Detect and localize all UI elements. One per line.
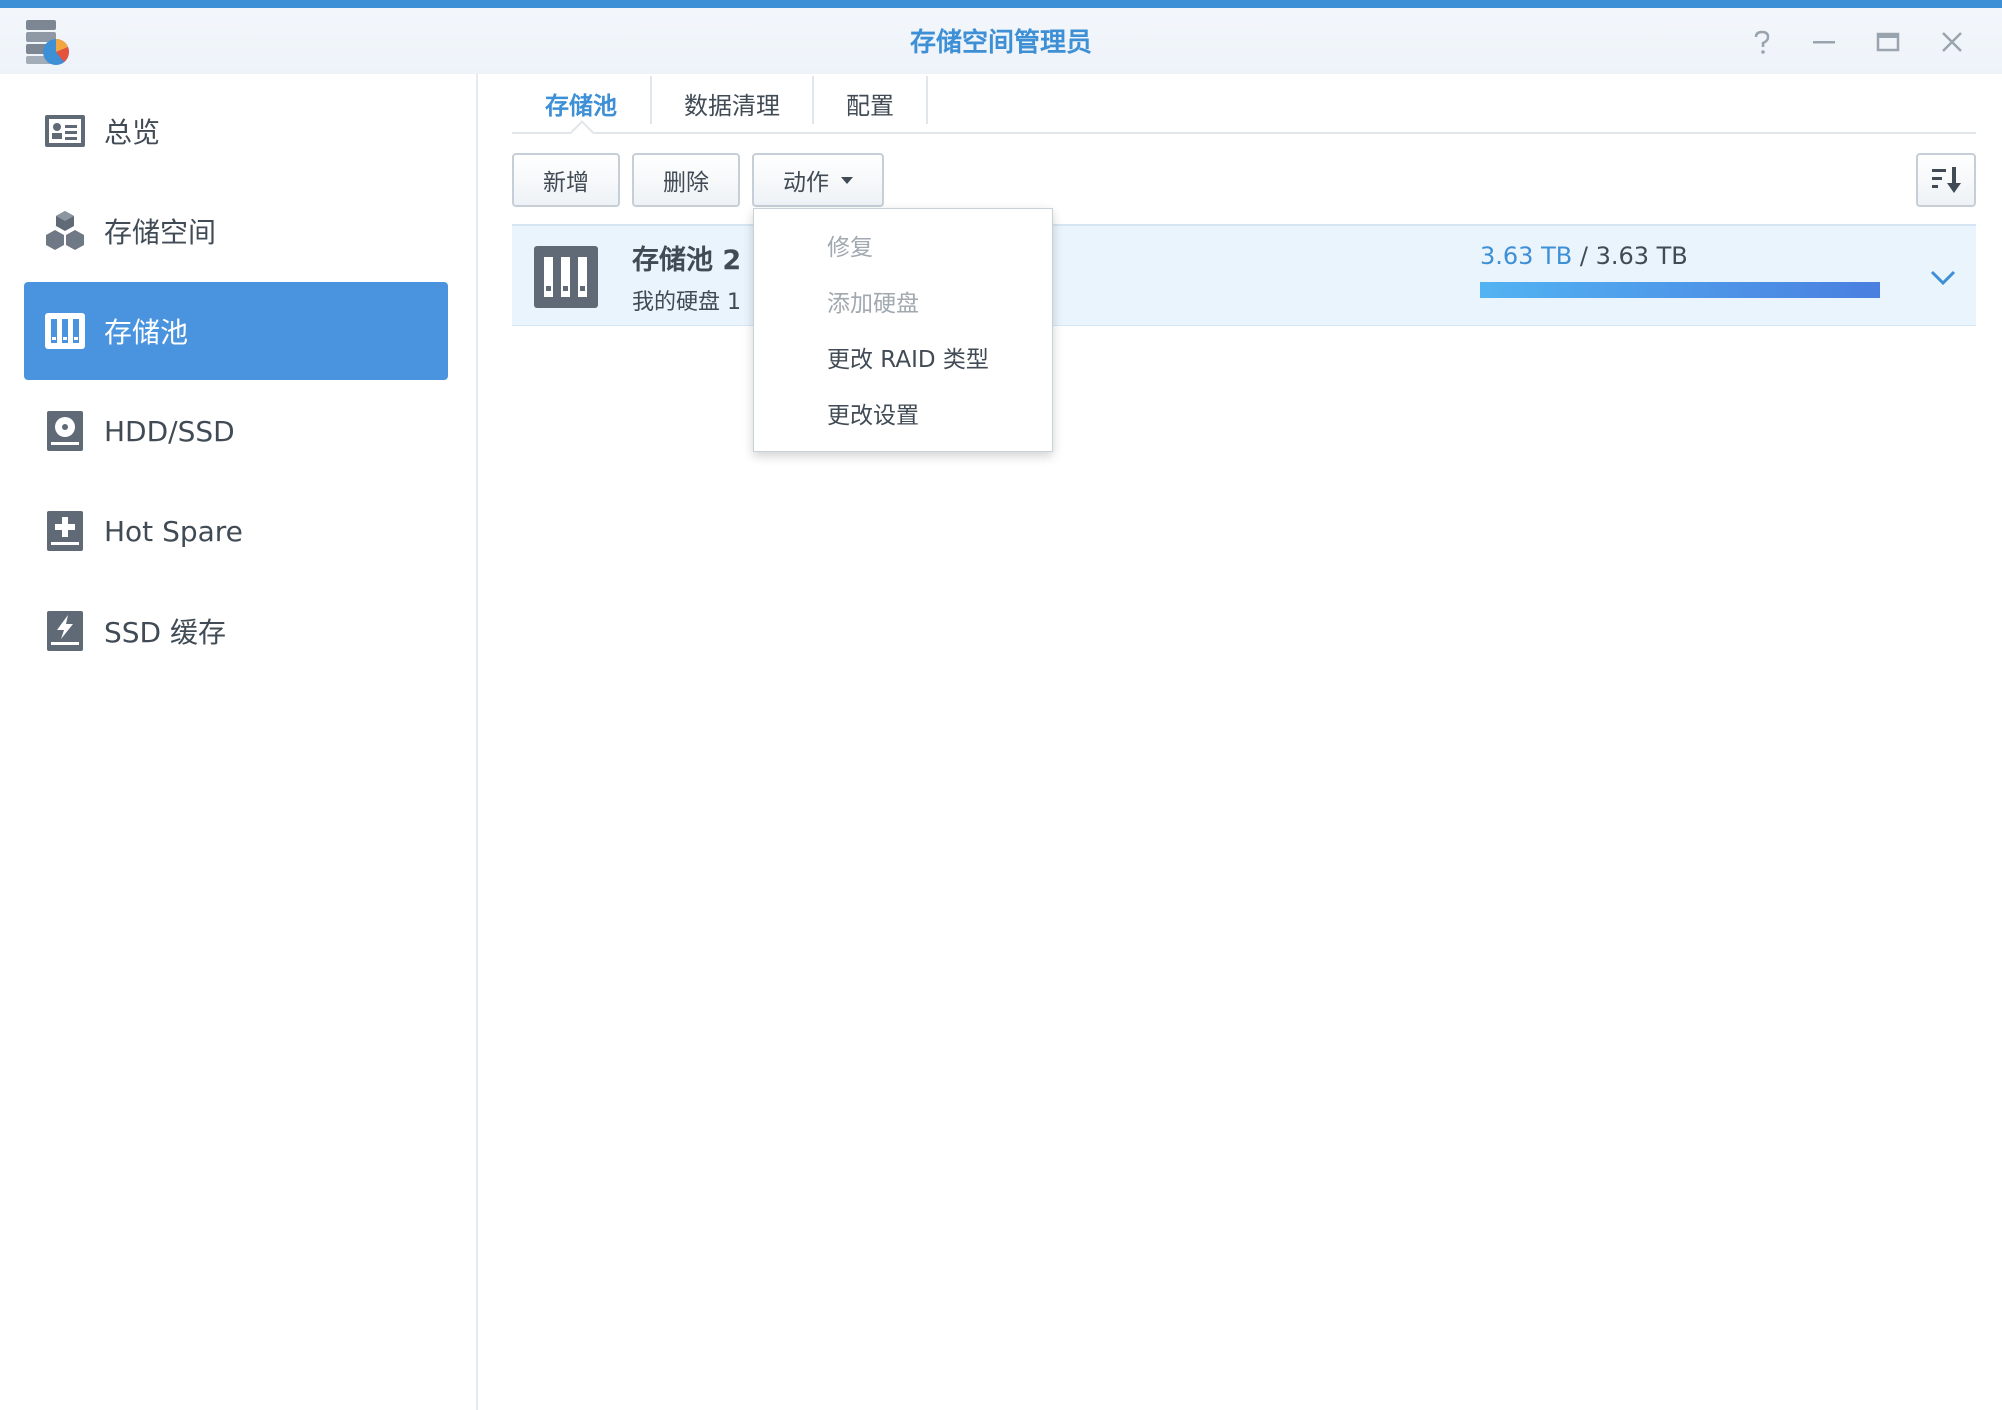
help-button[interactable] <box>1742 22 1782 62</box>
disk-icon <box>40 406 90 456</box>
tab-data-scrubbing[interactable]: 数据清理 <box>652 74 812 132</box>
sidebar-item-ssd-cache[interactable]: SSD 缓存 <box>24 582 448 680</box>
close-icon <box>1942 32 1962 52</box>
cubes-icon <box>40 206 90 256</box>
chevron-down-icon[interactable] <box>1924 258 1962 296</box>
caret-down-icon <box>841 176 853 184</box>
menu-item-change-raid-type[interactable]: 更改 RAID 类型 <box>754 329 1052 385</box>
tab-bar: 存储池 数据清理 配置 <box>512 74 1976 134</box>
sidebar: 总览 存储空间 存储池 HDD/SSD Hot Spare SSD 缓存 <box>0 74 478 1410</box>
sidebar-item-label: Hot Spare <box>104 514 243 548</box>
storage-pool-icon <box>40 306 90 356</box>
storage-manager-window: 存储空间管理员 总览 存储空间 存储池 HDD/SSD Hot Spare SS… <box>0 0 2002 1410</box>
hot-spare-icon <box>40 506 90 556</box>
window-accent-bar <box>0 0 2002 8</box>
usage-separator: / <box>1579 242 1588 270</box>
storage-pool-name: 存储池 2 <box>632 245 742 276</box>
sidebar-item-label: 存储空间 <box>104 216 217 249</box>
add-button[interactable]: 新增 <box>512 153 620 207</box>
action-menu: 修复 添加硬盘 更改 RAID 类型 更改设置 <box>753 208 1053 452</box>
menu-item-add-drive: 添加硬盘 <box>827 291 919 317</box>
sidebar-item-volume[interactable]: 存储空间 <box>24 182 448 280</box>
tab-configuration[interactable]: 配置 <box>814 74 926 132</box>
menu-item-change-settings[interactable]: 更改设置 <box>754 385 1052 441</box>
action-button[interactable]: 动作 <box>752 153 884 207</box>
storage-pool-icon <box>534 246 598 308</box>
close-button[interactable] <box>1932 22 1972 62</box>
delete-button[interactable]: 删除 <box>632 153 740 207</box>
minimize-button[interactable] <box>1804 22 1844 62</box>
storage-pool-description: 我的硬盘 1 <box>632 290 741 315</box>
tab-separator <box>926 76 928 124</box>
menu-item-repair: 修复 <box>827 235 873 261</box>
sidebar-item-hdd-ssd[interactable]: HDD/SSD <box>24 382 448 480</box>
storage-pool-usage: 3.63 TB / 3.63 TB <box>1480 242 1688 270</box>
maximize-icon <box>1876 32 1900 52</box>
sort-descending-icon <box>1932 167 1961 193</box>
action-button-label: 动作 <box>783 170 829 196</box>
maximize-button[interactable] <box>1868 22 1908 62</box>
storage-pool-row[interactable]: 存储池 2 我的硬盘 1 3.63 TB / 3.63 TB <box>512 224 1976 326</box>
sidebar-item-label: SSD 缓存 <box>104 616 227 649</box>
usage-bar-fill <box>1480 282 1880 298</box>
usage-bar <box>1480 282 1880 298</box>
used-capacity: 3.63 TB <box>1480 242 1573 270</box>
title-bar[interactable]: 存储空间管理员 <box>0 8 2002 74</box>
total-capacity: 3.63 TB <box>1595 242 1688 270</box>
ssd-cache-icon <box>40 606 90 656</box>
overview-icon <box>40 106 90 156</box>
sidebar-item-label: HDD/SSD <box>104 414 235 448</box>
sidebar-item-label: 存储池 <box>104 316 189 349</box>
sidebar-item-overview[interactable]: 总览 <box>24 82 448 180</box>
sidebar-item-hot-spare[interactable]: Hot Spare <box>24 482 448 580</box>
sidebar-item-label: 总览 <box>104 116 161 149</box>
help-icon <box>1754 30 1770 54</box>
minimize-icon <box>1813 41 1835 44</box>
window-title: 存储空间管理员 <box>909 28 1092 58</box>
sidebar-item-storage-pool[interactable]: 存储池 <box>24 282 448 380</box>
sort-button[interactable] <box>1916 153 1976 207</box>
